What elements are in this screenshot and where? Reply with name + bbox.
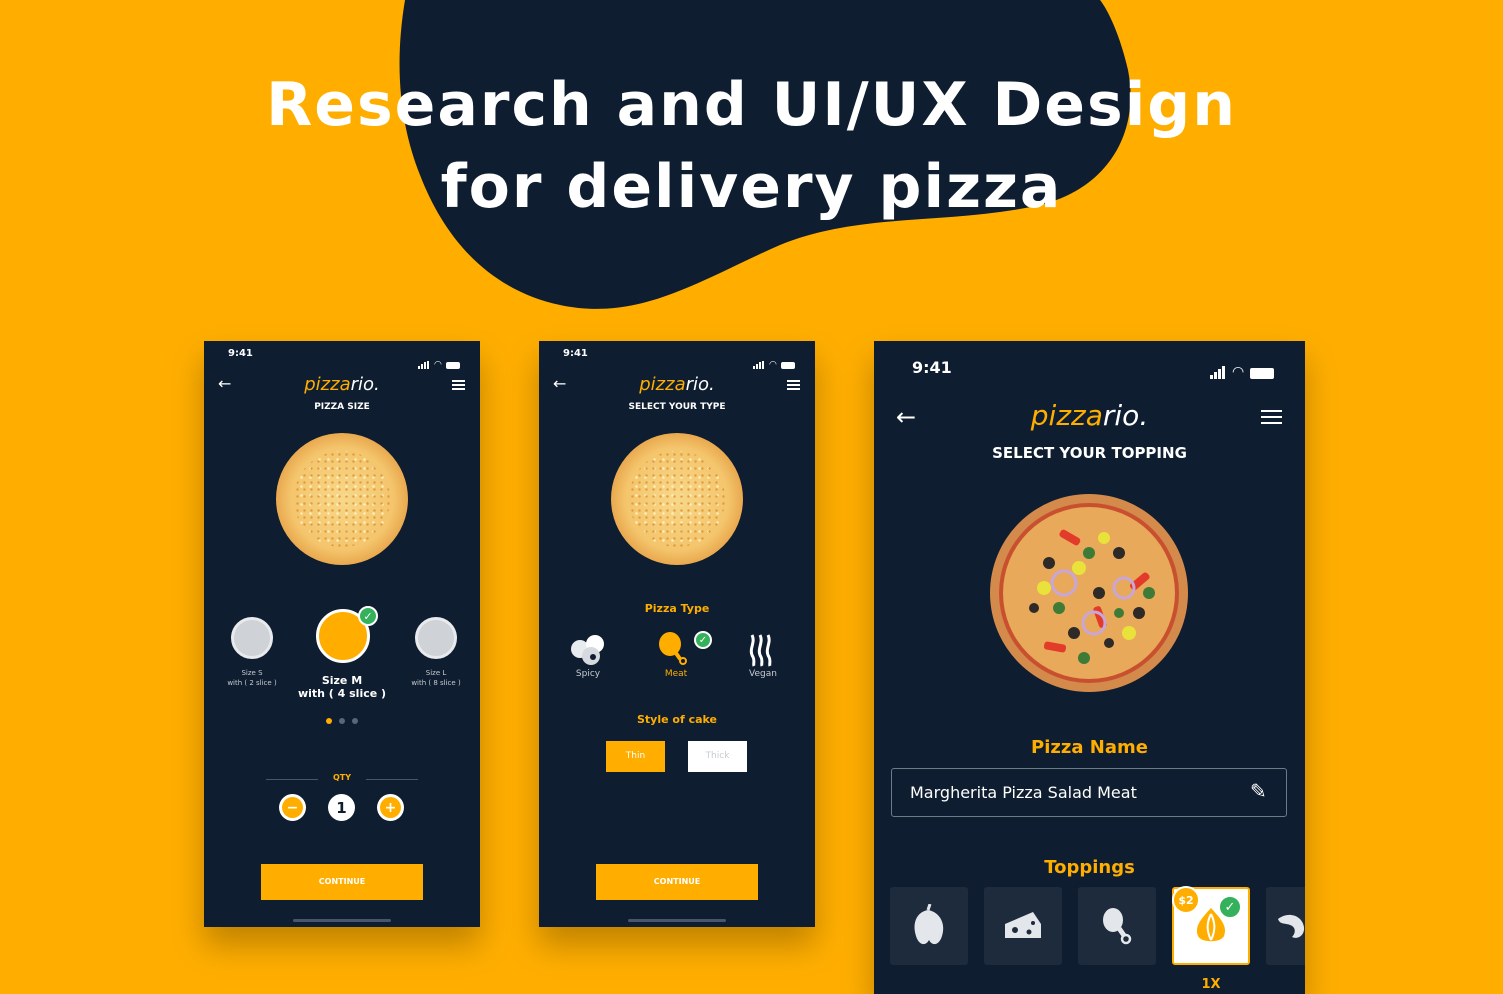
page-dot[interactable]: [339, 718, 345, 724]
pizza-name-label: Pizza Name: [1031, 737, 1148, 758]
status-time: 9:41: [228, 348, 253, 359]
pizza-image: [611, 433, 743, 565]
spicy-icon[interactable]: [569, 633, 611, 667]
signal-icon: [418, 350, 430, 369]
home-indicator: [293, 919, 391, 922]
pizza-name-value: Margherita Pizza Salad Meat: [910, 783, 1137, 802]
vegan-icon[interactable]: [746, 633, 776, 667]
size-s-option[interactable]: Size Swith ( 2 slice ): [204, 668, 300, 688]
app-logo: pizzario.: [1030, 399, 1149, 432]
battery-icon: [445, 362, 460, 369]
pencil-icon[interactable]: ✎: [1250, 779, 1267, 803]
check-icon: ✓: [1218, 895, 1242, 919]
toppings-label: Toppings: [1044, 857, 1135, 878]
wifi-icon: ◠: [769, 360, 777, 370]
app-logo: pizzario.: [304, 374, 380, 395]
shrimp-icon: [1278, 914, 1305, 938]
continue-button[interactable]: CONTINUE: [261, 864, 423, 900]
qty-value: 1: [328, 794, 355, 821]
minus-button[interactable]: −: [279, 794, 306, 821]
size-s-icon[interactable]: [231, 617, 273, 659]
topping-tile[interactable]: [984, 887, 1062, 965]
type-spicy[interactable]: Spicy: [558, 669, 618, 679]
phone-pizza-size: 9:41 ◠ ← pizzario. PIZZA SIZE Size Swith…: [204, 341, 480, 927]
qty-label: QTY: [332, 773, 352, 782]
topping-tile[interactable]: [1266, 887, 1305, 965]
home-indicator: [628, 919, 726, 922]
status-icons: ◠: [753, 350, 795, 370]
style-label: Style of cake: [636, 713, 717, 726]
phone-select-type: 9:41 ◠ ← pizzario. SELECT YOUR TYPE Pizz…: [539, 341, 815, 927]
page-title: PIZZA SIZE: [314, 402, 370, 412]
signal-icon: [1210, 360, 1226, 379]
style-thick-button[interactable]: Thick: [688, 741, 747, 772]
wifi-icon: ◠: [1232, 364, 1245, 380]
plus-button[interactable]: +: [377, 794, 404, 821]
topping-qty: 1X: [1201, 977, 1221, 992]
pepper-icon: [914, 904, 944, 945]
check-icon: ✓: [358, 606, 378, 626]
meat-icon[interactable]: [656, 630, 696, 666]
size-l-option[interactable]: Size Lwith ( 8 slice ): [388, 668, 480, 688]
status-icons: ◠: [418, 350, 460, 370]
continue-button[interactable]: CONTINUE: [596, 864, 758, 900]
size-l-icon[interactable]: [415, 617, 457, 659]
status-icons: ◠: [1210, 360, 1275, 380]
pizza-image: [276, 433, 408, 565]
status-time: 9:41: [563, 348, 588, 359]
wifi-icon: ◠: [434, 360, 442, 370]
cheese-icon: [1005, 912, 1041, 938]
topping-tile[interactable]: [1078, 887, 1156, 965]
price-badge: $2: [1172, 886, 1200, 914]
topping-tile[interactable]: [890, 887, 968, 965]
phone-select-topping: 9:41 ◠ ← pizzario. SELECT YOUR TOPPING P…: [874, 341, 1305, 994]
headline-line2: for delivery pizza: [440, 152, 1063, 222]
pizza-image: [989, 493, 1189, 693]
battery-icon: [1250, 368, 1275, 379]
menu-icon[interactable]: [787, 380, 800, 390]
headline-line1: Research and UI/UX Design: [266, 70, 1237, 140]
menu-icon[interactable]: [452, 380, 465, 390]
page-dot-active[interactable]: [326, 718, 332, 724]
page-title: SELECT YOUR TOPPING: [992, 444, 1187, 462]
signal-icon: [753, 350, 765, 369]
type-vegan[interactable]: Vegan: [733, 669, 793, 679]
page-dot[interactable]: [352, 718, 358, 724]
menu-icon[interactable]: [1261, 410, 1282, 424]
divider: [366, 779, 418, 780]
status-time: 9:41: [912, 358, 952, 377]
app-logo: pizzario.: [639, 374, 715, 395]
type-meat[interactable]: Meat: [646, 669, 706, 679]
minus-icon: −: [282, 797, 303, 818]
chicken-leg-icon: [1103, 908, 1132, 945]
page-title: SELECT YOUR TYPE: [628, 402, 726, 412]
plus-icon: +: [380, 797, 401, 818]
pizza-name-field[interactable]: Margherita Pizza Salad Meat ✎: [891, 768, 1287, 817]
battery-icon: [780, 362, 795, 369]
size-m-option[interactable]: Size Mwith ( 4 slice ): [292, 674, 392, 700]
check-icon: ✓: [694, 631, 712, 649]
pizza-type-label: Pizza Type: [644, 602, 710, 615]
style-thin-button[interactable]: Thin: [606, 741, 665, 772]
